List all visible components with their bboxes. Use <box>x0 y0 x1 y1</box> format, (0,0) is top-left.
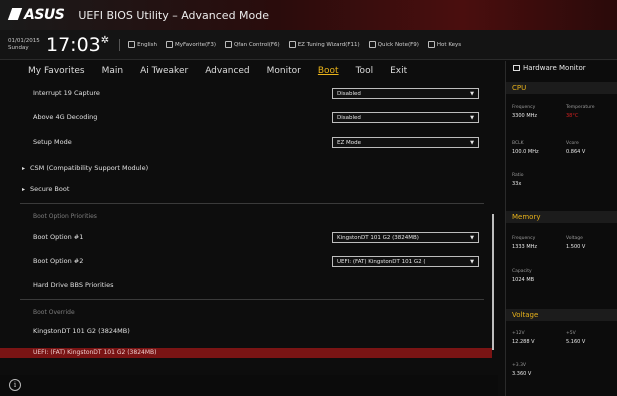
chevron-down-icon: ▼ <box>470 139 474 146</box>
boot-settings-panel: Interrupt 19 Capture Disabled ▼ Above 4G … <box>0 81 498 375</box>
globe-icon <box>128 41 136 48</box>
cpu-frequency-value: 3300 MHz <box>512 113 538 119</box>
boot-option1-select[interactable]: KingstonDT 101 G2 (3824MB) ▼ <box>332 232 479 243</box>
cpu-temperature-label: Temperature <box>566 105 595 110</box>
bulb-icon <box>288 41 296 48</box>
gear-icon: ✲ <box>100 34 110 46</box>
myfavorite-button[interactable]: MyFavorite(F3) <box>166 41 216 48</box>
v12-value: 12.288 V <box>512 339 535 345</box>
tab-advanced[interactable]: Advanced <box>205 66 249 76</box>
quick-note-button[interactable]: Quick Note(F9) <box>368 41 419 48</box>
bclk-label: BCLK <box>512 141 524 146</box>
hdd-bbs-priorities[interactable]: Hard Drive BBS Priorities <box>33 281 114 289</box>
memory-frequency-label: Frequency <box>512 236 536 241</box>
hot-keys-button[interactable]: Hot Keys <box>427 41 461 48</box>
tab-exit[interactable]: Exit <box>390 66 407 76</box>
cpu-section: CPU <box>506 82 617 94</box>
v33-value: 3.360 V <box>512 371 532 377</box>
vcore-value: 0.864 V <box>566 149 586 155</box>
chevron-down-icon: ▼ <box>470 90 474 97</box>
interrupt19-label: Interrupt 19 Capture <box>33 89 100 97</box>
favorite-icon <box>166 41 174 48</box>
note-icon <box>368 41 376 48</box>
voltage-section: Voltage <box>506 309 617 321</box>
footer: i <box>0 375 498 396</box>
boot-override-item[interactable]: KingstonDT 101 G2 (3824MB) <box>33 327 130 335</box>
tab-monitor[interactable]: Monitor <box>267 66 301 76</box>
tab-main[interactable]: Main <box>102 66 124 76</box>
above4g-label: Above 4G Decoding <box>33 113 98 121</box>
title-bar: ASUS UEFI BIOS Utility – Advanced Mode <box>0 0 617 30</box>
fan-icon <box>224 41 232 48</box>
hardware-monitor-title: Hardware Monitor <box>513 64 586 72</box>
keyboard-icon <box>427 41 435 48</box>
memory-section: Memory <box>506 211 617 223</box>
secure-boot-submenu[interactable]: Secure Boot <box>22 185 69 193</box>
v33-label: +3.3V <box>512 363 527 368</box>
v12-label: +12V <box>512 331 525 336</box>
memory-voltage-value: 1.500 V <box>566 244 586 250</box>
boot-option2-select[interactable]: UEFI: (FAT) KingstonDT 101 G2 (▼ <box>332 256 479 267</box>
v5-label: +5V <box>566 331 576 336</box>
cpu-frequency-label: Frequency <box>512 105 536 110</box>
language-button[interactable]: English <box>128 41 157 48</box>
chevron-down-icon: ▼ <box>470 114 474 121</box>
boot-option2-label: Boot Option #2 <box>33 257 84 265</box>
chevron-down-icon: ▼ <box>470 258 474 265</box>
chevron-down-icon: ▼ <box>470 234 474 241</box>
clock: 17:03✲ <box>46 33 110 56</box>
divider <box>119 38 121 51</box>
bclk-value: 100.0 MHz <box>512 149 539 155</box>
ez-tuning-button[interactable]: EZ Tuning Wizard(F11) <box>288 41 360 48</box>
memory-voltage-label: Voltage <box>566 236 583 241</box>
day-text: Sunday <box>8 44 29 51</box>
ratio-label: Ratio <box>512 173 524 178</box>
above4g-select[interactable]: Disabled ▼ <box>332 112 479 123</box>
ratio-value: 33x <box>512 181 522 187</box>
setup-mode-select[interactable]: EZ Mode ▼ <box>332 137 479 148</box>
boot-option1-label: Boot Option #1 <box>33 233 84 241</box>
date-text: 01/01/2015 <box>8 37 40 44</box>
csm-submenu[interactable]: CSM (Compatibility Support Module) <box>22 164 148 172</box>
info-bar: 01/01/2015 Sunday 17:03✲ English MyFavor… <box>0 30 617 60</box>
menu-bar: My Favorites Main Ai Tweaker Advanced Mo… <box>0 61 498 81</box>
memory-capacity-value: 1024 MB <box>512 277 535 283</box>
boot-priorities-heading: Boot Option Priorities <box>33 213 97 220</box>
qfan-button[interactable]: Qfan Control(F6) <box>224 41 280 48</box>
memory-frequency-value: 1333 MHz <box>512 244 538 250</box>
tab-tool[interactable]: Tool <box>356 66 373 76</box>
date-display: 01/01/2015 Sunday <box>8 38 44 52</box>
info-toolbar: English MyFavorite(F3) Qfan Control(F6) … <box>119 38 470 51</box>
tab-ai-tweaker[interactable]: Ai Tweaker <box>140 66 188 76</box>
vcore-label: Vcore <box>566 141 579 146</box>
boot-override-heading: Boot Override <box>33 309 75 316</box>
divider <box>20 299 484 300</box>
info-icon[interactable]: i <box>9 379 21 391</box>
monitor-icon <box>513 65 520 71</box>
boot-override-item-selected[interactable]: UEFI: (FAT) KingstonDT 101 G2 (3824MB) <box>0 348 492 358</box>
hardware-monitor: Hardware Monitor CPU Frequency 3300 MHz … <box>505 61 617 396</box>
divider <box>20 203 484 204</box>
scrollbar[interactable] <box>492 214 494 350</box>
cpu-temperature-value: 38°C <box>566 113 579 119</box>
v5-value: 5.160 V <box>566 339 586 345</box>
interrupt19-select[interactable]: Disabled ▼ <box>332 88 479 99</box>
memory-capacity-label: Capacity <box>512 269 532 274</box>
tab-my-favorites[interactable]: My Favorites <box>28 66 85 76</box>
window-title: UEFI BIOS Utility – Advanced Mode <box>78 8 270 22</box>
setup-mode-label: Setup Mode <box>33 138 72 146</box>
asus-logo: ASUS <box>7 7 65 23</box>
tab-boot[interactable]: Boot <box>318 66 339 76</box>
